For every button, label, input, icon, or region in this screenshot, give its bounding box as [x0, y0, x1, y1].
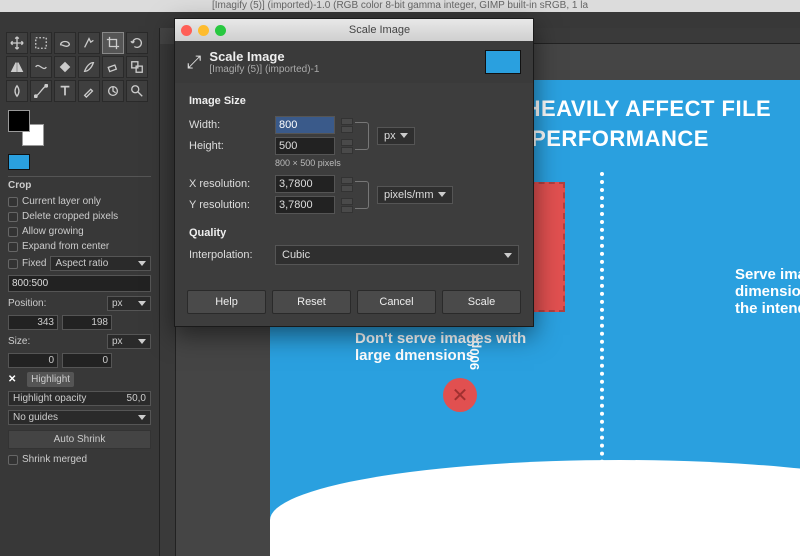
scale-button[interactable]: Scale — [442, 290, 521, 314]
lbl-highlight: Highlight — [27, 372, 74, 387]
ratio-input[interactable]: 800:500 — [8, 275, 151, 292]
highlight-opacity-input[interactable]: Highlight opacity50,0 — [8, 391, 151, 406]
tool-measure[interactable] — [102, 80, 124, 102]
size-unit-select[interactable]: px — [377, 127, 415, 145]
chk-delete-cropped[interactable] — [8, 212, 18, 222]
size-w-input[interactable]: 0 — [8, 353, 58, 368]
chk-expand-center[interactable] — [8, 242, 18, 252]
xres-spinner[interactable] — [341, 177, 353, 192]
tool-flip[interactable] — [6, 56, 28, 78]
window-title: [Imagify (5)] (imported)-1.0 (RGB color … — [0, 0, 800, 12]
tool-warp[interactable] — [30, 56, 52, 78]
tool-eraser[interactable] — [102, 56, 124, 78]
lbl-expand-center: Expand from center — [22, 241, 109, 252]
image-tab[interactable] — [8, 154, 30, 170]
tool-fuzzy-select[interactable] — [78, 32, 100, 54]
interpolation-select[interactable]: Cubic — [275, 245, 519, 265]
tool-rect-select[interactable] — [30, 32, 52, 54]
scale-image-dialog: Scale Image ⤢ Scale Image [Imagify (5)] … — [174, 18, 534, 327]
zoom-icon[interactable] — [215, 25, 226, 36]
dialog-header-sub: [Imagify (5)] (imported)-1 — [209, 64, 319, 75]
yres-input[interactable]: 3,7800 — [275, 196, 335, 214]
xres-input[interactable]: 3,7800 — [275, 175, 335, 193]
tool-brush[interactable] — [78, 56, 100, 78]
cancel-button[interactable]: Cancel — [357, 290, 436, 314]
right-caption: Serve ima dimension the intend — [735, 266, 800, 317]
help-button[interactable]: Help — [187, 290, 266, 314]
lbl-allow-growing: Allow growing — [22, 226, 84, 237]
size-h-input[interactable]: 0 — [62, 353, 112, 368]
tool-clone[interactable] — [126, 56, 148, 78]
tool-rotate[interactable] — [126, 32, 148, 54]
tool-move[interactable] — [6, 32, 28, 54]
fixed-mode-select[interactable]: Aspect ratio — [50, 256, 151, 271]
section-quality: Quality — [189, 227, 519, 239]
height-input[interactable]: 500 — [275, 137, 335, 155]
reset-button[interactable]: Reset — [272, 290, 351, 314]
close-icon[interactable] — [181, 25, 192, 36]
tool-text[interactable] — [54, 80, 76, 102]
toolbox: Crop Current layer only Delete cropped p… — [0, 28, 160, 556]
guides-select[interactable]: No guides — [8, 410, 151, 425]
res-chain-link-icon[interactable] — [355, 181, 369, 209]
tool-free-select[interactable] — [54, 32, 76, 54]
tool-path[interactable] — [30, 80, 52, 102]
tool-smudge[interactable] — [6, 80, 28, 102]
left-caption: Don't serve images with large dmensions — [355, 330, 565, 364]
vertical-size-label: 900px — [467, 333, 482, 370]
pos-y-input[interactable]: 198 — [62, 315, 112, 330]
lbl-height: Height: — [189, 140, 269, 152]
res-unit-select[interactable]: pixels/mm — [377, 186, 453, 204]
lbl-current-layer: Current layer only — [22, 196, 101, 207]
lbl-xres: X resolution: — [189, 178, 269, 190]
chk-allow-growing[interactable] — [8, 227, 18, 237]
lbl-size: Size: — [8, 336, 103, 347]
white-wave — [270, 460, 800, 556]
size-hint: 800 × 500 pixels — [275, 158, 519, 168]
chk-current-layer[interactable] — [8, 197, 18, 207]
width-spinner[interactable] — [341, 118, 353, 133]
chain-link-icon[interactable] — [355, 122, 369, 150]
lbl-width: Width: — [189, 119, 269, 131]
minimize-icon[interactable] — [198, 25, 209, 36]
dialog-title: Scale Image — [232, 24, 527, 36]
dialog-header-title: Scale Image — [209, 49, 319, 64]
options-title: Crop — [8, 176, 151, 194]
tool-bucket[interactable] — [54, 56, 76, 78]
yres-spinner[interactable] — [341, 198, 353, 213]
chk-shrink-merged[interactable] — [8, 455, 18, 465]
color-swatches[interactable] — [8, 110, 44, 146]
height-spinner[interactable] — [341, 139, 353, 154]
lbl-interpolation: Interpolation: — [189, 249, 269, 261]
tool-color-picker[interactable] — [78, 80, 100, 102]
lbl-fixed: Fixed — [22, 258, 46, 269]
width-input[interactable]: 800 — [275, 116, 335, 134]
scale-icon: ⤢ — [187, 52, 201, 73]
lbl-position: Position: — [8, 298, 103, 309]
swatch-fg[interactable] — [8, 110, 30, 132]
section-image-size: Image Size — [189, 95, 519, 107]
lbl-delete-cropped: Delete cropped pixels — [22, 211, 118, 222]
lbl-yres: Y resolution: — [189, 199, 269, 211]
tool-zoom[interactable] — [126, 80, 148, 102]
lbl-shrink-merged: Shrink merged — [22, 454, 87, 465]
dialog-titlebar[interactable]: Scale Image — [175, 19, 533, 41]
x-badge: ✕ — [443, 378, 477, 412]
pos-x-input[interactable]: 343 — [8, 315, 58, 330]
chk-fixed[interactable] — [8, 259, 18, 269]
tool-options: Crop Current layer only Delete cropped p… — [4, 172, 155, 471]
size-unit-select[interactable]: px — [107, 334, 151, 349]
auto-shrink-button[interactable]: Auto Shrink — [8, 430, 151, 449]
dialog-thumbnail — [485, 50, 521, 74]
right-number: 50 — [735, 182, 800, 208]
position-unit-select[interactable]: px — [107, 296, 151, 311]
tool-crop[interactable] — [102, 32, 124, 54]
